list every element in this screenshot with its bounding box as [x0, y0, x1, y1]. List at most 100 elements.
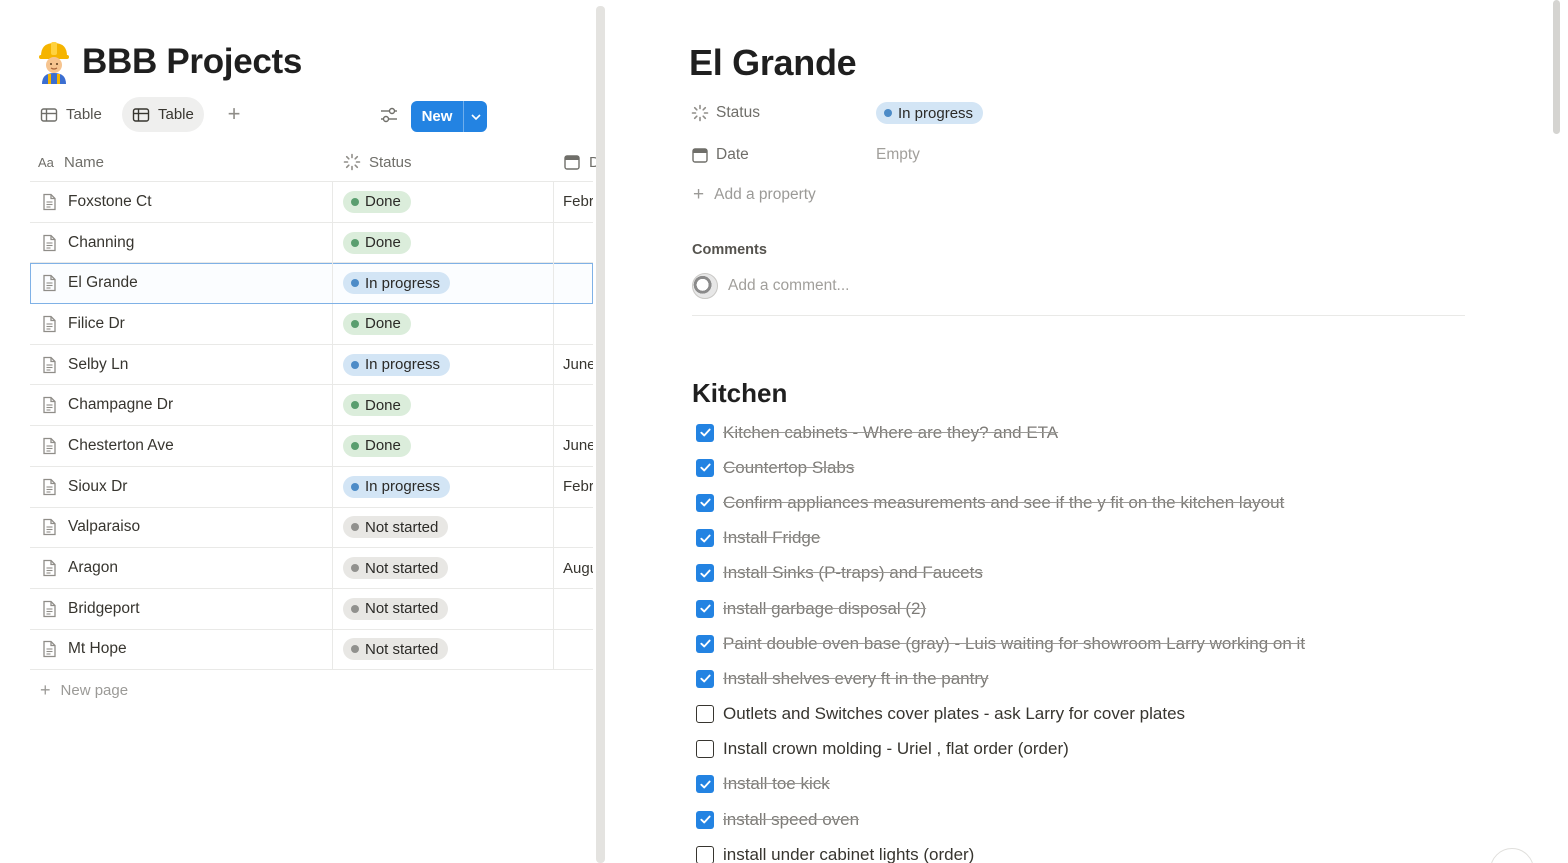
cell-date[interactable]	[554, 508, 593, 548]
comment-input[interactable]: Add a comment...	[728, 277, 849, 295]
todo-text[interactable]: Countertop Slabs	[723, 458, 854, 478]
todo-checkbox[interactable]	[696, 810, 714, 829]
todo-text[interactable]: Install Sinks (P-traps) and Faucets	[723, 563, 983, 583]
todo-item[interactable]: Install Sinks (P-traps) and Faucets	[696, 556, 1305, 591]
column-header-date[interactable]: D	[563, 142, 596, 182]
todo-item[interactable]: install speed oven	[696, 802, 1305, 837]
todo-checkbox[interactable]	[696, 493, 714, 512]
todo-checkbox[interactable]	[696, 669, 714, 688]
column-header-name[interactable]: Aa Name	[38, 142, 104, 182]
cell-name[interactable]: Filice Dr	[30, 304, 333, 344]
table-row[interactable]: Filice Dr Done	[30, 304, 593, 345]
cell-name[interactable]: Selby Ln	[30, 344, 333, 385]
pane-resize-handle[interactable]	[596, 6, 605, 863]
todo-item[interactable]: install garbage disposal (2)	[696, 591, 1305, 626]
cell-name[interactable]: Mt Hope	[30, 629, 333, 670]
todo-checkbox[interactable]	[696, 564, 714, 583]
chevron-down-icon[interactable]	[463, 101, 487, 132]
todo-text[interactable]: Install crown molding - Uriel , flat ord…	[723, 739, 1069, 759]
database-title[interactable]: BBB Projects	[82, 42, 302, 82]
todo-item[interactable]: Install crown molding - Uriel , flat ord…	[696, 732, 1305, 767]
new-button[interactable]: New	[411, 101, 487, 132]
table-row[interactable]: El Grande In progress	[30, 263, 593, 305]
table-row[interactable]: Champagne Dr Done	[30, 385, 593, 427]
property-status[interactable]: Status In progress	[691, 98, 984, 128]
cell-name[interactable]: El Grande	[30, 263, 333, 304]
cell-status[interactable]: Done	[334, 304, 554, 344]
cell-date[interactable]	[554, 385, 593, 425]
todo-item[interactable]: Install Fridge	[696, 521, 1305, 556]
cell-date[interactable]	[554, 304, 593, 344]
cell-name[interactable]: Channing	[30, 222, 333, 263]
cell-name[interactable]: Valparaiso	[30, 507, 333, 548]
comment-composer[interactable]: Add a comment...	[692, 273, 1465, 316]
table-row[interactable]: Valparaiso Not started	[30, 507, 593, 549]
construction-worker-icon[interactable]	[36, 40, 72, 84]
todo-text[interactable]: Install shelves every ft in the pantry	[723, 669, 989, 689]
cell-status[interactable]: Not started	[334, 548, 554, 588]
cell-name[interactable]: Bridgeport	[30, 588, 333, 629]
cell-name[interactable]: Sioux Dr	[30, 466, 333, 507]
cell-status[interactable]: Done	[334, 426, 554, 466]
cell-status[interactable]: In progress	[334, 263, 554, 304]
cell-name[interactable]: Aragon	[30, 548, 333, 588]
cell-date[interactable]	[554, 630, 593, 670]
table-row[interactable]: Mt Hope Not started	[30, 629, 593, 671]
column-header-status[interactable]: Status	[343, 142, 412, 182]
cell-date[interactable]	[554, 263, 593, 303]
add-property-button[interactable]: + Add a property	[693, 184, 816, 206]
table-row[interactable]: Channing Done	[30, 222, 593, 264]
table-row[interactable]: Foxstone Ct Done Febr	[30, 182, 593, 223]
todo-checkbox[interactable]	[696, 740, 714, 759]
todo-text[interactable]: Install toe kick	[723, 774, 830, 794]
table-row[interactable]: Sioux Dr In progress Febr	[30, 466, 593, 508]
cell-date[interactable]: Augu	[554, 548, 593, 588]
cell-name[interactable]: Chesterton Ave	[30, 426, 333, 466]
cell-status[interactable]: Not started	[334, 507, 554, 548]
property-date[interactable]: Date Empty	[691, 140, 920, 170]
todo-checkbox[interactable]	[696, 458, 714, 477]
cell-status[interactable]: Done	[334, 222, 554, 263]
cell-status[interactable]: Done	[334, 385, 554, 426]
todo-item[interactable]: Install shelves every ft in the pantry	[696, 661, 1305, 696]
date-value[interactable]: Empty	[876, 146, 920, 164]
page-title[interactable]: El Grande	[689, 42, 857, 84]
cell-status[interactable]: Done	[334, 182, 554, 222]
todo-item[interactable]: Paint double oven base (gray) - Luis wai…	[696, 626, 1305, 661]
table-row[interactable]: Aragon Not started Augu	[30, 548, 593, 589]
todo-text[interactable]: Kitchen cabinets - Where are they? and E…	[723, 423, 1058, 443]
todo-checkbox[interactable]	[696, 423, 714, 442]
cell-date[interactable]: June	[554, 426, 593, 466]
cell-date[interactable]: Febr	[554, 182, 593, 222]
todo-item[interactable]: Kitchen cabinets - Where are they? and E…	[696, 415, 1305, 450]
todo-item[interactable]: Install toe kick	[696, 767, 1305, 802]
todo-text[interactable]: install garbage disposal (2)	[723, 599, 926, 619]
view-tab-table-1[interactable]: Table	[30, 97, 112, 132]
page-scrollbar[interactable]	[1553, 0, 1560, 134]
cell-status[interactable]: In progress	[334, 466, 554, 507]
todo-checkbox[interactable]	[696, 775, 714, 794]
todo-item[interactable]: install under cabinet lights (order)	[696, 837, 1305, 863]
todo-checkbox[interactable]	[696, 599, 714, 618]
cell-status[interactable]: Not started	[334, 629, 554, 670]
cell-status[interactable]: Not started	[334, 588, 554, 629]
todo-checkbox[interactable]	[696, 845, 714, 863]
todo-text[interactable]: Paint double oven base (gray) - Luis wai…	[723, 634, 1305, 654]
section-heading[interactable]: Kitchen	[692, 378, 787, 409]
table-row[interactable]: Bridgeport Not started	[30, 588, 593, 630]
cell-date[interactable]: Febr	[554, 467, 593, 507]
todo-text[interactable]: install speed oven	[723, 810, 859, 830]
cell-date[interactable]	[554, 223, 593, 263]
todo-checkbox[interactable]	[696, 705, 714, 724]
new-page-button[interactable]: + New page	[40, 680, 128, 701]
cell-date[interactable]: June	[554, 345, 593, 385]
todo-text[interactable]: Confirm appliances measurements and see …	[723, 493, 1284, 513]
filter-settings-icon[interactable]	[378, 104, 400, 126]
todo-checkbox[interactable]	[696, 529, 714, 548]
cell-date[interactable]	[554, 589, 593, 629]
view-tab-table-2[interactable]: Table	[122, 97, 204, 132]
todo-item[interactable]: Outlets and Switches cover plates - ask …	[696, 697, 1305, 732]
table-row[interactable]: Chesterton Ave Done June	[30, 426, 593, 467]
todo-text[interactable]: Install Fridge	[723, 528, 820, 548]
cell-status[interactable]: In progress	[334, 344, 554, 385]
